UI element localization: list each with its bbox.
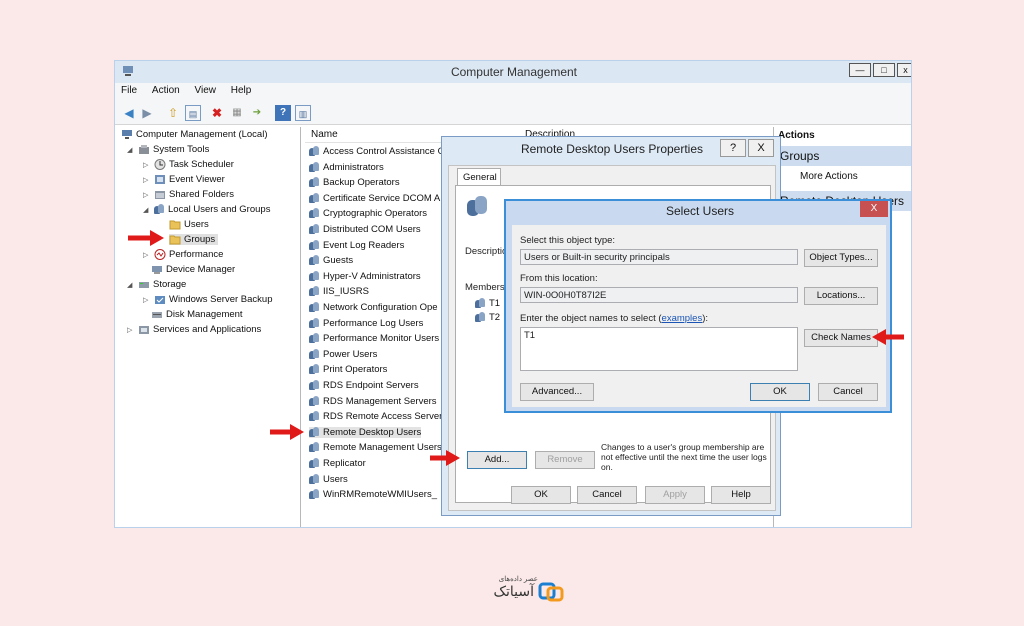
logo-small-text: عصر داده‌های <box>498 576 538 583</box>
logo-large-text: آسیاتک <box>493 584 534 600</box>
arrow-to-add-button <box>430 450 460 466</box>
arrow-to-check-names <box>872 329 904 345</box>
annotation-layer <box>128 230 904 466</box>
asiatech-logo: عصر داده‌های آسیاتک <box>462 574 566 608</box>
arrow-to-groups <box>128 230 164 246</box>
arrow-to-remote-desktop-users <box>270 424 304 440</box>
logo-mark-icon <box>538 582 564 602</box>
